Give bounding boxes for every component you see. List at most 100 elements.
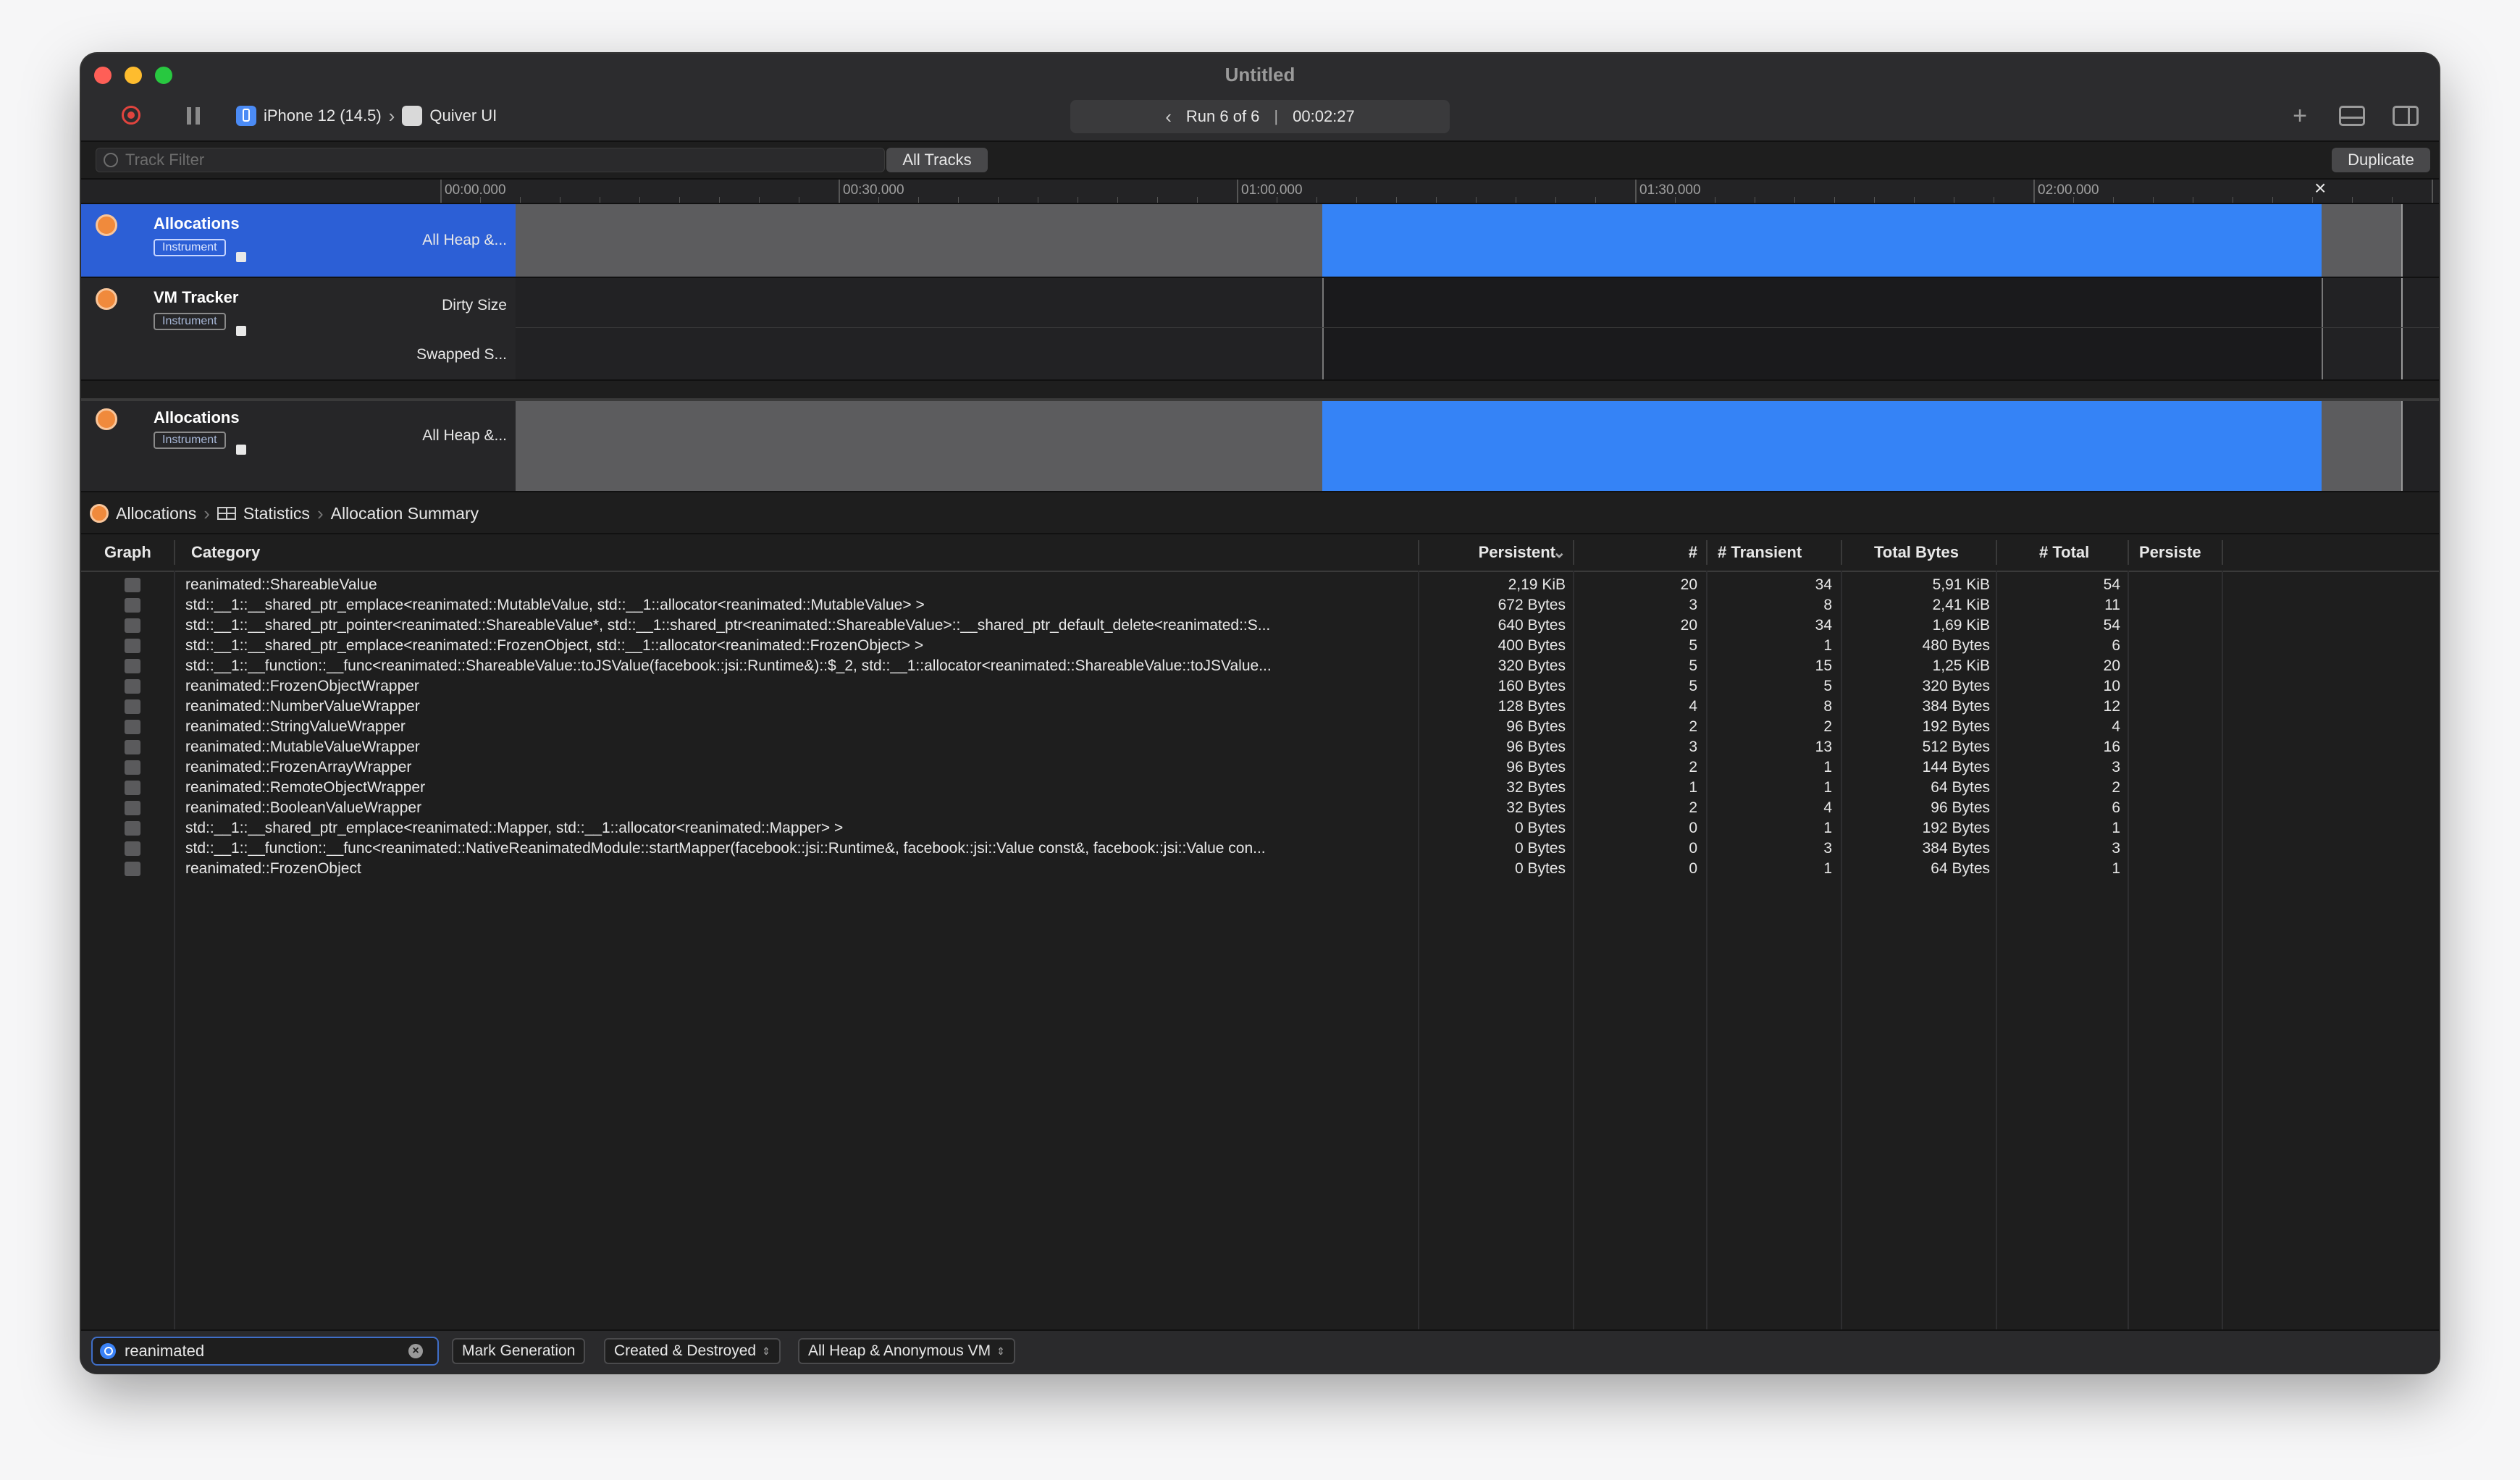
column-persistent[interactable]: Persistent: [1428, 534, 1555, 571]
chevron-down-icon[interactable]: [236, 326, 246, 336]
detail-search-input[interactable]: [123, 1341, 401, 1361]
graph-checkbox[interactable]: [125, 618, 140, 633]
column-total[interactable]: # Total: [2039, 534, 2089, 571]
playhead-close-icon[interactable]: ×: [2314, 177, 2326, 200]
persistent-cell: 0 Bytes: [1514, 860, 1566, 877]
graph-checkbox[interactable]: [125, 862, 140, 876]
track-allocations-pinned[interactable]: Allocations Instrument All Heap &...: [81, 398, 2439, 492]
selected-range[interactable]: [1322, 204, 2322, 277]
duplicate-button[interactable]: Duplicate: [2332, 148, 2430, 172]
allocation-type-popup[interactable]: All Heap & Anonymous VM ⇕: [798, 1338, 1015, 1364]
track-vm-tracker[interactable]: VM Tracker Instrument Dirty Size Swapped…: [81, 278, 2439, 381]
column-graph[interactable]: Graph: [104, 534, 151, 571]
track-filter-field[interactable]: [96, 148, 885, 172]
track-detail-label[interactable]: All Heap &...: [422, 427, 507, 445]
minor-tick: [759, 197, 760, 203]
table-row[interactable]: reanimated::FrozenObject 0 Bytes 0 1 64 Byte…: [81, 859, 2439, 879]
track-allocations[interactable]: Allocations Instrument All Heap &...: [81, 204, 2439, 278]
transient-cell: 15: [1815, 657, 1832, 674]
record-button[interactable]: [122, 106, 140, 125]
detail-search-field[interactable]: ×: [91, 1337, 439, 1366]
graph-checkbox[interactable]: [125, 740, 140, 754]
table-row[interactable]: std::__1::__shared_ptr_emplace<reanimate…: [81, 818, 2439, 838]
table-row[interactable]: reanimated::StringValueWrapper 96 Bytes 2 2…: [81, 717, 2439, 737]
column-separator[interactable]: [1418, 540, 1419, 565]
toggle-inspector-icon[interactable]: [2393, 106, 2419, 126]
column-separator[interactable]: [1841, 540, 1842, 565]
breadcrumb-instrument[interactable]: Allocations: [116, 504, 196, 524]
track-detail-label[interactable]: All Heap &...: [422, 232, 507, 249]
column-total-bytes[interactable]: Total Bytes: [1874, 534, 1959, 571]
chevron-down-icon[interactable]: [236, 252, 246, 262]
table-row[interactable]: std::__1::__function::__func<reanimated:…: [81, 838, 2439, 859]
table-row[interactable]: reanimated::FrozenArrayWrapper 96 Bytes 2 1…: [81, 757, 2439, 778]
table-row[interactable]: reanimated::RemoteObjectWrapper 32 Bytes 1…: [81, 778, 2439, 798]
mark-generation-label: Mark Generation: [462, 1342, 576, 1359]
table-row[interactable]: reanimated::MutableValueWrapper 96 Bytes 3…: [81, 737, 2439, 757]
column-separator[interactable]: [2128, 540, 2129, 565]
column-separator[interactable]: [2222, 540, 2223, 565]
graph-checkbox[interactable]: [125, 720, 140, 734]
breadcrumb-view[interactable]: Statistics: [243, 504, 310, 524]
sort-descending-icon[interactable]: ⌄: [1553, 534, 1574, 571]
column-separator[interactable]: [1996, 540, 1997, 565]
selected-range[interactable]: [1322, 401, 2322, 491]
column-count[interactable]: #: [1580, 534, 1697, 571]
instrument-tag[interactable]: Instrument: [154, 239, 226, 256]
graph-checkbox[interactable]: [125, 760, 140, 775]
breadcrumb-detail[interactable]: Allocation Summary: [331, 504, 479, 524]
track-header[interactable]: VM Tracker Instrument Dirty Size Swapped…: [81, 278, 516, 379]
clear-search-icon[interactable]: ×: [408, 1344, 423, 1358]
tick-label: 00:30.000: [843, 182, 904, 198]
timeline-ruler[interactable]: 00:00.000 00:30.000 01:00.000 01:30.000 …: [81, 177, 2439, 204]
minor-tick: [1436, 197, 1437, 203]
track-graph[interactable]: [516, 278, 2439, 379]
column-separator[interactable]: [174, 540, 175, 565]
selected-range[interactable]: [1322, 278, 2322, 379]
graph-checkbox[interactable]: [125, 699, 140, 714]
column-transient[interactable]: # Transient: [1718, 534, 1802, 571]
track-graph[interactable]: [516, 204, 2439, 277]
playhead-line: [2401, 401, 2403, 491]
column-separator[interactable]: [1573, 540, 1574, 565]
column-persiste[interactable]: Persiste: [2139, 534, 2201, 571]
track-filter-input[interactable]: [124, 150, 778, 170]
graph-checkbox[interactable]: [125, 639, 140, 653]
run-selector[interactable]: ‹ Run 6 of 6 | 00:02:27: [1070, 100, 1450, 133]
table-row[interactable]: std::__1::__shared_ptr_emplace<reanimate…: [81, 636, 2439, 656]
graph-checkbox[interactable]: [125, 821, 140, 836]
plus-icon[interactable]: +: [2285, 101, 2314, 130]
graph-checkbox[interactable]: [125, 578, 140, 592]
graph-checkbox[interactable]: [125, 841, 140, 856]
graph-checkbox[interactable]: [125, 679, 140, 694]
track-detail-label[interactable]: Swapped S...: [416, 346, 507, 363]
instrument-tag[interactable]: Instrument: [154, 313, 226, 330]
table-row[interactable]: std::__1::__shared_ptr_emplace<reanimate…: [81, 595, 2439, 615]
lifespan-popup[interactable]: Created & Destroyed ⇕: [604, 1338, 781, 1364]
graph-checkbox[interactable]: [125, 659, 140, 673]
chevron-down-icon[interactable]: [236, 445, 246, 455]
toggle-detail-panel-icon[interactable]: [2339, 106, 2365, 126]
target-selector[interactable]: iPhone 12 (14.5) › Quiver UI: [236, 104, 497, 127]
table-row[interactable]: std::__1::__shared_ptr_pointer<reanimate…: [81, 615, 2439, 636]
table-row[interactable]: reanimated::BooleanValueWrapper 32 Bytes 2…: [81, 798, 2439, 818]
track-header[interactable]: Allocations Instrument All Heap &...: [81, 401, 516, 491]
pause-button[interactable]: [187, 107, 200, 125]
table-row[interactable]: reanimated::ShareableValue 2,19 KiB 20 34 5,…: [81, 575, 2439, 595]
mark-generation-button[interactable]: Mark Generation: [452, 1338, 586, 1364]
column-separator[interactable]: [1706, 540, 1708, 565]
track-detail-label[interactable]: Dirty Size: [442, 297, 507, 314]
column-category[interactable]: Category: [191, 534, 260, 571]
instrument-tag[interactable]: Instrument: [154, 432, 226, 449]
table-row[interactable]: std::__1::__function::__func<reanimated:…: [81, 656, 2439, 676]
graph-checkbox[interactable]: [125, 801, 140, 815]
table-row[interactable]: reanimated::FrozenObjectWrapper 160 Bytes…: [81, 676, 2439, 697]
track-header[interactable]: Allocations Instrument All Heap &...: [81, 204, 516, 277]
table-row[interactable]: reanimated::NumberValueWrapper 128 Bytes 4…: [81, 697, 2439, 717]
all-tracks-button[interactable]: All Tracks: [886, 148, 988, 172]
persistent-cell: 672 Bytes: [1498, 597, 1566, 613]
graph-checkbox[interactable]: [125, 781, 140, 795]
track-graph[interactable]: [516, 401, 2439, 491]
graph-checkbox[interactable]: [125, 598, 140, 613]
chevron-left-icon[interactable]: ‹: [1165, 106, 1172, 128]
